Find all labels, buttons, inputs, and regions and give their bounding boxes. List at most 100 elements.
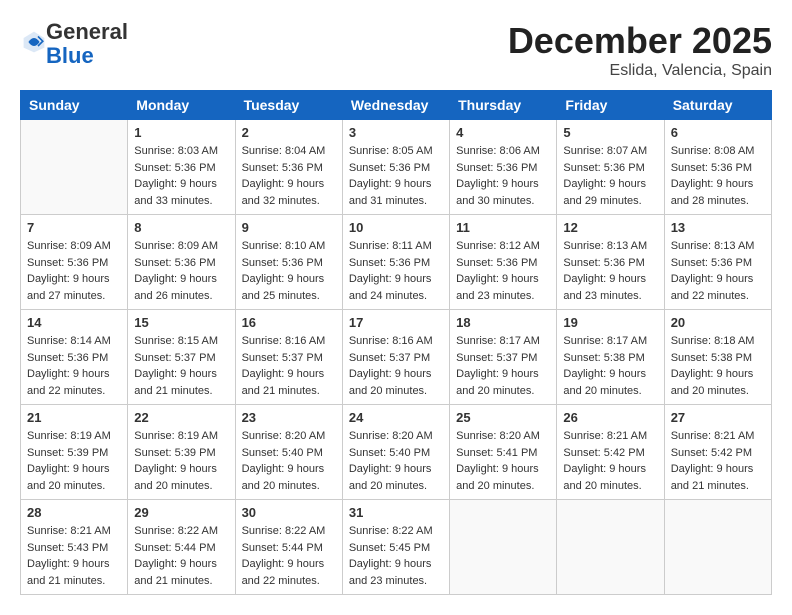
calendar-day-cell: 18 Sunrise: 8:17 AM Sunset: 5:37 PM Dayl… [450, 310, 557, 405]
daylight-text: Daylight: 9 hours and 20 minutes. [456, 368, 539, 397]
title-area: December 2025 Eslida, Valencia, Spain [508, 20, 772, 80]
daylight-text: Daylight: 9 hours and 20 minutes. [349, 368, 432, 397]
day-info: Sunrise: 8:22 AM Sunset: 5:44 PM Dayligh… [242, 523, 336, 589]
day-number: 17 [349, 315, 443, 330]
day-number: 20 [671, 315, 765, 330]
sunset-text: Sunset: 5:36 PM [671, 257, 752, 269]
day-number: 31 [349, 505, 443, 520]
sunset-text: Sunset: 5:37 PM [349, 352, 430, 364]
sunrise-text: Sunrise: 8:15 AM [134, 335, 218, 347]
sunset-text: Sunset: 5:43 PM [27, 542, 108, 554]
sunrise-text: Sunrise: 8:20 AM [349, 430, 433, 442]
calendar-day-cell: 6 Sunrise: 8:08 AM Sunset: 5:36 PM Dayli… [664, 120, 771, 215]
sunset-text: Sunset: 5:36 PM [456, 162, 537, 174]
day-number: 7 [27, 220, 121, 235]
sunset-text: Sunset: 5:44 PM [134, 542, 215, 554]
sunset-text: Sunset: 5:36 PM [242, 162, 323, 174]
sunrise-text: Sunrise: 8:22 AM [242, 525, 326, 537]
day-number: 9 [242, 220, 336, 235]
day-number: 4 [456, 125, 550, 140]
day-info: Sunrise: 8:10 AM Sunset: 5:36 PM Dayligh… [242, 238, 336, 304]
calendar-day-cell: 23 Sunrise: 8:20 AM Sunset: 5:40 PM Dayl… [235, 405, 342, 500]
daylight-text: Daylight: 9 hours and 31 minutes. [349, 178, 432, 207]
sunset-text: Sunset: 5:36 PM [563, 257, 644, 269]
sunrise-text: Sunrise: 8:17 AM [563, 335, 647, 347]
day-info: Sunrise: 8:19 AM Sunset: 5:39 PM Dayligh… [27, 428, 121, 494]
calendar-day-cell: 14 Sunrise: 8:14 AM Sunset: 5:36 PM Dayl… [21, 310, 128, 405]
day-info: Sunrise: 8:16 AM Sunset: 5:37 PM Dayligh… [349, 333, 443, 399]
day-info: Sunrise: 8:09 AM Sunset: 5:36 PM Dayligh… [134, 238, 228, 304]
calendar-day-cell [21, 120, 128, 215]
calendar-table: SundayMondayTuesdayWednesdayThursdayFrid… [20, 90, 772, 595]
sunrise-text: Sunrise: 8:13 AM [563, 240, 647, 252]
days-header-row: SundayMondayTuesdayWednesdayThursdayFrid… [21, 91, 772, 120]
sunrise-text: Sunrise: 8:11 AM [349, 240, 432, 252]
day-number: 1 [134, 125, 228, 140]
day-info: Sunrise: 8:18 AM Sunset: 5:38 PM Dayligh… [671, 333, 765, 399]
day-info: Sunrise: 8:06 AM Sunset: 5:36 PM Dayligh… [456, 143, 550, 209]
sunset-text: Sunset: 5:36 PM [563, 162, 644, 174]
sunrise-text: Sunrise: 8:13 AM [671, 240, 755, 252]
calendar-week-row: 21 Sunrise: 8:19 AM Sunset: 5:39 PM Dayl… [21, 405, 772, 500]
sunrise-text: Sunrise: 8:22 AM [349, 525, 433, 537]
sunrise-text: Sunrise: 8:18 AM [671, 335, 755, 347]
day-of-week-header: Thursday [450, 91, 557, 120]
sunset-text: Sunset: 5:36 PM [671, 162, 752, 174]
calendar-day-cell: 22 Sunrise: 8:19 AM Sunset: 5:39 PM Dayl… [128, 405, 235, 500]
calendar-week-row: 14 Sunrise: 8:14 AM Sunset: 5:36 PM Dayl… [21, 310, 772, 405]
daylight-text: Daylight: 9 hours and 20 minutes. [242, 463, 325, 492]
calendar-day-cell: 8 Sunrise: 8:09 AM Sunset: 5:36 PM Dayli… [128, 215, 235, 310]
daylight-text: Daylight: 9 hours and 28 minutes. [671, 178, 754, 207]
daylight-text: Daylight: 9 hours and 29 minutes. [563, 178, 646, 207]
day-of-week-header: Friday [557, 91, 664, 120]
day-of-week-header: Sunday [21, 91, 128, 120]
calendar-day-cell: 29 Sunrise: 8:22 AM Sunset: 5:44 PM Dayl… [128, 500, 235, 595]
calendar-day-cell: 17 Sunrise: 8:16 AM Sunset: 5:37 PM Dayl… [342, 310, 449, 405]
day-number: 26 [563, 410, 657, 425]
day-number: 22 [134, 410, 228, 425]
day-of-week-header: Saturday [664, 91, 771, 120]
sunset-text: Sunset: 5:39 PM [134, 447, 215, 459]
day-info: Sunrise: 8:09 AM Sunset: 5:36 PM Dayligh… [27, 238, 121, 304]
calendar-day-cell: 16 Sunrise: 8:16 AM Sunset: 5:37 PM Dayl… [235, 310, 342, 405]
calendar-day-cell: 21 Sunrise: 8:19 AM Sunset: 5:39 PM Dayl… [21, 405, 128, 500]
sunrise-text: Sunrise: 8:04 AM [242, 145, 326, 157]
page-header: General Blue December 2025 Eslida, Valen… [20, 20, 772, 80]
daylight-text: Daylight: 9 hours and 30 minutes. [456, 178, 539, 207]
day-info: Sunrise: 8:07 AM Sunset: 5:36 PM Dayligh… [563, 143, 657, 209]
calendar-body: 1 Sunrise: 8:03 AM Sunset: 5:36 PM Dayli… [21, 120, 772, 595]
daylight-text: Daylight: 9 hours and 21 minutes. [671, 463, 754, 492]
day-info: Sunrise: 8:19 AM Sunset: 5:39 PM Dayligh… [134, 428, 228, 494]
sunset-text: Sunset: 5:41 PM [456, 447, 537, 459]
sunrise-text: Sunrise: 8:16 AM [349, 335, 433, 347]
day-info: Sunrise: 8:20 AM Sunset: 5:40 PM Dayligh… [242, 428, 336, 494]
day-info: Sunrise: 8:16 AM Sunset: 5:37 PM Dayligh… [242, 333, 336, 399]
daylight-text: Daylight: 9 hours and 20 minutes. [456, 463, 539, 492]
calendar-day-cell: 9 Sunrise: 8:10 AM Sunset: 5:36 PM Dayli… [235, 215, 342, 310]
day-number: 12 [563, 220, 657, 235]
calendar-day-cell: 19 Sunrise: 8:17 AM Sunset: 5:38 PM Dayl… [557, 310, 664, 405]
calendar-day-cell: 5 Sunrise: 8:07 AM Sunset: 5:36 PM Dayli… [557, 120, 664, 215]
day-number: 5 [563, 125, 657, 140]
day-info: Sunrise: 8:21 AM Sunset: 5:42 PM Dayligh… [671, 428, 765, 494]
calendar-day-cell: 10 Sunrise: 8:11 AM Sunset: 5:36 PM Dayl… [342, 215, 449, 310]
day-number: 3 [349, 125, 443, 140]
daylight-text: Daylight: 9 hours and 20 minutes. [349, 463, 432, 492]
calendar-day-cell: 27 Sunrise: 8:21 AM Sunset: 5:42 PM Dayl… [664, 405, 771, 500]
calendar-week-row: 7 Sunrise: 8:09 AM Sunset: 5:36 PM Dayli… [21, 215, 772, 310]
day-number: 24 [349, 410, 443, 425]
calendar-day-cell: 26 Sunrise: 8:21 AM Sunset: 5:42 PM Dayl… [557, 405, 664, 500]
daylight-text: Daylight: 9 hours and 23 minutes. [349, 558, 432, 587]
daylight-text: Daylight: 9 hours and 24 minutes. [349, 273, 432, 302]
sunrise-text: Sunrise: 8:07 AM [563, 145, 647, 157]
day-info: Sunrise: 8:14 AM Sunset: 5:36 PM Dayligh… [27, 333, 121, 399]
day-number: 2 [242, 125, 336, 140]
calendar-day-cell [664, 500, 771, 595]
sunrise-text: Sunrise: 8:20 AM [456, 430, 540, 442]
calendar-day-cell [557, 500, 664, 595]
sunrise-text: Sunrise: 8:16 AM [242, 335, 326, 347]
calendar-day-cell: 25 Sunrise: 8:20 AM Sunset: 5:41 PM Dayl… [450, 405, 557, 500]
calendar-day-cell: 1 Sunrise: 8:03 AM Sunset: 5:36 PM Dayli… [128, 120, 235, 215]
day-number: 15 [134, 315, 228, 330]
calendar-day-cell: 31 Sunrise: 8:22 AM Sunset: 5:45 PM Dayl… [342, 500, 449, 595]
